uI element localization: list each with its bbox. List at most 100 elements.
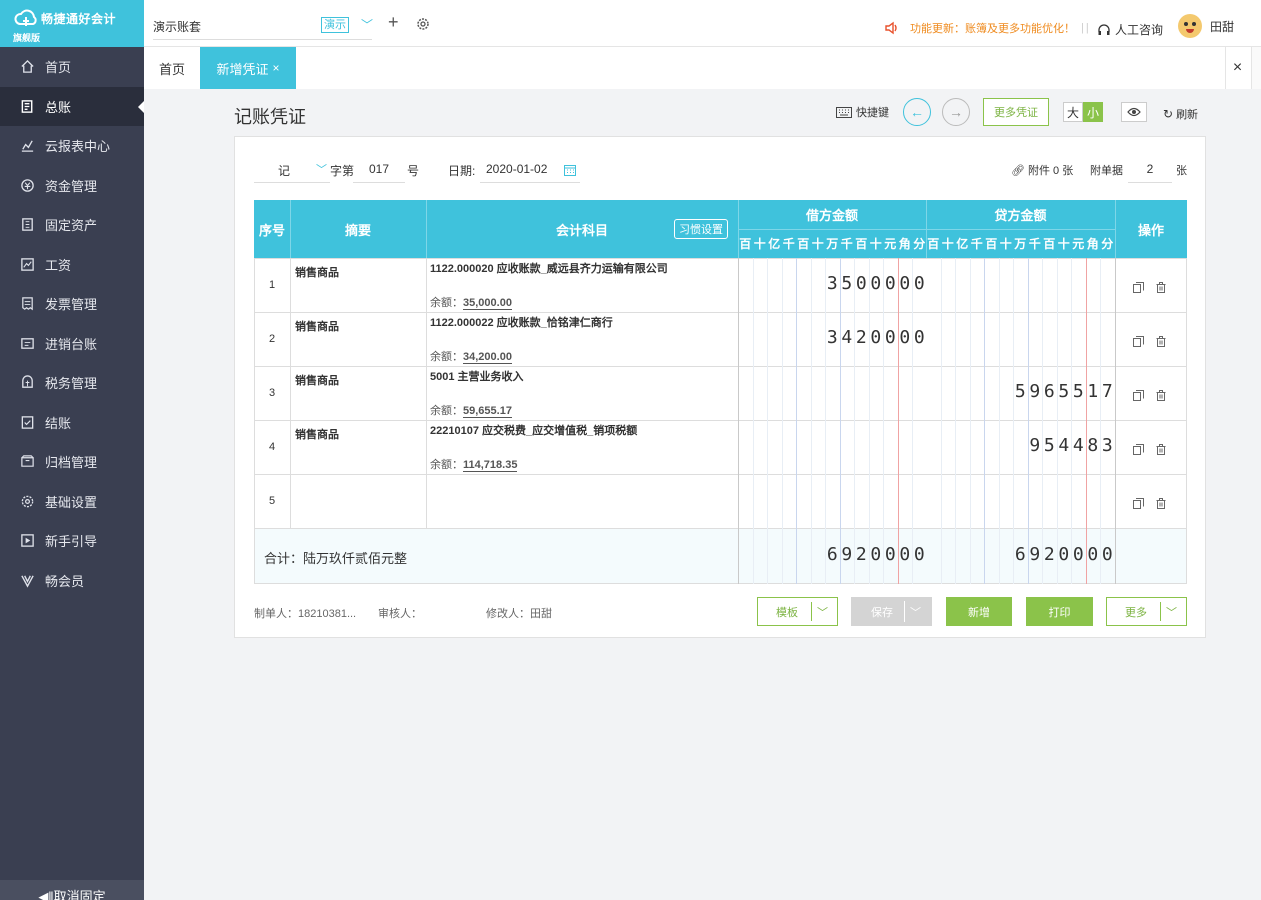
sidebar-item-10[interactable]: 归档管理	[0, 442, 144, 481]
logo-icon	[14, 9, 37, 26]
copy-icon[interactable]	[1133, 496, 1144, 514]
sidebar-item-label: 云报表中心	[45, 139, 111, 154]
trash-icon[interactable]	[1156, 280, 1166, 298]
copy-icon[interactable]	[1133, 388, 1144, 406]
debit-digit: 5	[841, 273, 853, 294]
total-credit-digit: 0	[1101, 544, 1113, 565]
more-button[interactable]: 更多 ﹀	[1106, 597, 1187, 626]
digit-unit-header: 元	[1072, 237, 1085, 251]
credit-digit: 6	[1043, 381, 1055, 402]
trash-icon[interactable]	[1156, 388, 1166, 406]
gear-icon[interactable]	[416, 17, 430, 31]
digit-unit-header: 分	[913, 237, 926, 251]
copy-icon[interactable]	[1133, 334, 1144, 352]
balance-value: 114,718.35	[463, 459, 518, 472]
chevron-down-icon[interactable]: ﹀	[910, 604, 921, 620]
debit-digit: 3	[826, 327, 838, 348]
tab-home[interactable]: 首页	[148, 47, 196, 89]
header-ops: 操作	[1137, 222, 1164, 238]
debit-digit: 0	[870, 327, 882, 348]
chevron-down-icon[interactable]: ﹀	[817, 604, 828, 620]
copy-icon[interactable]	[1133, 442, 1144, 460]
digit-unit-header: 千	[970, 237, 983, 251]
habit-settings-button[interactable]: 习惯设置	[674, 219, 728, 239]
trash-icon[interactable]	[1156, 334, 1166, 352]
preview-button[interactable]	[1121, 102, 1147, 122]
next-voucher-button[interactable]: →	[942, 98, 970, 126]
digit-unit-header: 十	[869, 237, 882, 251]
more-voucher-button[interactable]: 更多凭证	[983, 98, 1049, 126]
credit-digit: 8	[1087, 435, 1099, 456]
size-small-button[interactable]: 小	[1083, 102, 1103, 122]
sidebar-item-8[interactable]: 税务管理	[0, 363, 144, 402]
template-label: 模板	[776, 606, 798, 619]
total-debit-digit: 0	[899, 544, 911, 565]
headset-icon	[1098, 23, 1110, 35]
add-icon[interactable]: +	[388, 12, 399, 33]
row-account: 1122.000020 应收账款_威远县齐力运输有限公司	[430, 263, 668, 275]
tab-new-voucher[interactable]: 新增凭证 ×	[200, 47, 296, 89]
account-select[interactable]: 演示账套 演示 ﹀	[153, 14, 373, 40]
attachment-link[interactable]: 🔗︎ 附件 0 张	[1011, 162, 1073, 178]
sidebar-item-4[interactable]: 固定资产	[0, 205, 144, 244]
debit-digit: 0	[884, 273, 896, 294]
sidebar-item-3[interactable]: 资金管理	[0, 166, 144, 205]
modifier-label: 修改人：田甜	[486, 608, 552, 620]
unpin-sidebar-button[interactable]: ◀‖取消固定	[0, 880, 144, 900]
credit-cell[interactable]	[926, 312, 1115, 366]
debit-cell[interactable]	[738, 366, 926, 420]
summary-cell[interactable]	[290, 474, 426, 528]
logo[interactable]: 畅捷通好会计 旗舰版	[0, 0, 144, 47]
row-account: 1122.000022 应收账款_恰铭津仁商行	[430, 317, 613, 329]
sidebar-item-0[interactable]: 首页	[0, 47, 144, 86]
print-button[interactable]: 打印	[1026, 597, 1093, 626]
balance-value: 35,000.00	[463, 297, 512, 310]
total-credit-digit: 0	[1058, 544, 1070, 565]
credit-digit: 5	[1058, 381, 1070, 402]
credit-cell[interactable]	[926, 258, 1115, 312]
user-menu[interactable]: 田甜	[1178, 14, 1234, 38]
account-cell[interactable]	[426, 474, 738, 528]
trash-icon[interactable]	[1156, 496, 1166, 514]
refresh-button[interactable]: ↻ 刷新	[1163, 106, 1198, 122]
sidebar-item-1[interactable]: 总账	[0, 86, 144, 126]
voucher-type-select[interactable]: 记 ﹀	[254, 157, 330, 183]
copy-icon[interactable]	[1133, 280, 1144, 298]
sidebar-item-13[interactable]: 畅会员	[0, 561, 144, 600]
digit-unit-header: 万	[826, 237, 839, 251]
trash-icon[interactable]	[1156, 442, 1166, 460]
template-button[interactable]: 模板 ﹀	[757, 597, 838, 626]
row-summary: 销售商品	[295, 321, 339, 333]
voucher-number-input[interactable]: 017	[353, 157, 405, 183]
sidebar-item-2[interactable]: 云报表中心	[0, 126, 144, 165]
shortcut-button[interactable]: 快捷键	[836, 98, 889, 126]
chevron-down-icon[interactable]: ﹀	[1166, 604, 1177, 620]
credit-digit: 1	[1087, 381, 1099, 402]
calendar-icon[interactable]	[564, 164, 576, 176]
more-label: 更多	[1125, 606, 1147, 619]
sidebar-item-label: 基础设置	[45, 494, 98, 510]
debit-cell[interactable]	[738, 420, 926, 474]
close-all-tabs-button[interactable]: ×	[1225, 47, 1249, 89]
prev-voucher-button[interactable]: ←	[903, 98, 931, 126]
sidebar-item-7[interactable]: 进销台账	[0, 324, 144, 363]
sidebar-item-12[interactable]: 新手引导	[0, 521, 144, 560]
sidebar-item-9[interactable]: 结账	[0, 403, 144, 442]
update-notice[interactable]: 功能更新：账簿及更多功能优化！ | |	[884, 20, 1089, 36]
save-button[interactable]: 保存 ﹀	[851, 597, 932, 626]
user-name: 田甜	[1210, 19, 1235, 34]
sidebar-item-6[interactable]: 发票管理	[0, 284, 144, 323]
doc-count-input[interactable]: 2	[1128, 157, 1172, 183]
sidebar-item-11[interactable]: 基础设置	[0, 482, 144, 521]
tabbar-scroll-edge[interactable]	[1251, 47, 1261, 89]
row-summary: 销售商品	[295, 375, 339, 387]
new-button[interactable]: 新增	[946, 597, 1012, 626]
size-big-button[interactable]: 大	[1063, 102, 1083, 122]
voucher-type-value: 记	[278, 164, 291, 178]
row-summary: 销售商品	[295, 429, 339, 441]
support-link[interactable]: 人工咨询	[1097, 21, 1163, 38]
sidebar-item-5[interactable]: 工资	[0, 245, 144, 284]
close-icon[interactable]: ×	[273, 61, 280, 75]
debit-cell[interactable]	[738, 474, 926, 528]
credit-cell[interactable]	[926, 474, 1115, 528]
